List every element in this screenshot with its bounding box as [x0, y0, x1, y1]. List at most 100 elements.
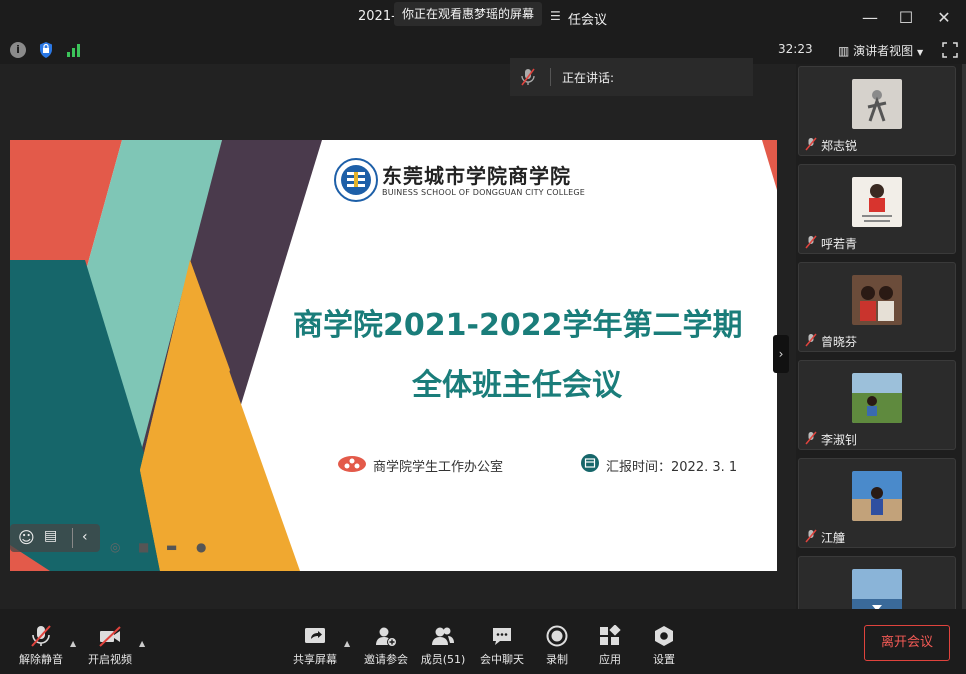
emoji-icon[interactable]: ☺	[18, 528, 35, 547]
window-title-right: 任会议	[568, 13, 608, 28]
meeting-timer: 32:23	[778, 42, 813, 56]
participant-avatar	[852, 373, 902, 423]
signal-icon[interactable]	[66, 42, 82, 58]
participant-card[interactable]: 郑志锐	[798, 66, 956, 156]
chat-icon	[493, 628, 511, 645]
mic-muted-icon	[521, 68, 535, 86]
ghost-icon: ●	[196, 540, 207, 554]
unmute-label: 解除静音	[19, 653, 63, 666]
ghost-icon: ◎	[110, 540, 121, 554]
shield-icon[interactable]	[38, 41, 54, 59]
close-button[interactable]: ✕	[930, 6, 958, 30]
participant-name: 曾晓芬	[821, 335, 858, 349]
invite-icon	[376, 627, 397, 647]
share-icon	[305, 628, 325, 643]
report-time: 汇报时间：2022. 3. 1	[606, 460, 738, 475]
video-off-icon	[99, 626, 121, 647]
mic-muted-icon	[805, 431, 817, 445]
chat-label: 会中聊天	[480, 653, 524, 666]
status-bar: i 32:23 ▥ 演讲者视图 ▼	[0, 36, 966, 64]
chevron-down-icon: ▼	[917, 48, 924, 57]
apps-label: 应用	[599, 653, 621, 666]
invite-label: 邀请参会	[364, 653, 408, 666]
collapse-panel-button[interactable]: ›	[773, 335, 789, 373]
participant-avatar	[852, 79, 902, 129]
participant-card[interactable]: 呼若青	[798, 164, 956, 254]
calendar-icon	[581, 454, 599, 472]
participant-scrollbar[interactable]	[962, 64, 966, 609]
office-name: 商学院学生工作办公室	[373, 460, 504, 475]
minimize-button[interactable]: —	[856, 6, 884, 30]
school-name-en: BUINESS SCHOOL OF DONGGUAN CITY COLLEGE	[382, 188, 586, 197]
share-options-caret[interactable]: ▲	[344, 639, 350, 648]
divider	[550, 68, 551, 86]
audio-options-caret[interactable]: ▲	[70, 639, 76, 648]
office-icon	[338, 456, 366, 472]
participant-card[interactable]: 江艟	[798, 458, 956, 548]
leave-meeting-button[interactable]: 离开会议	[864, 625, 950, 661]
participant-name: 江艟	[821, 531, 846, 545]
title-bar: 2021- 你正在观看惠梦瑶的屏幕 ☰ 任会议 — ☐ ✕	[0, 0, 966, 36]
comment-icon[interactable]: ▤	[44, 528, 57, 544]
speaking-label: 正在讲话:	[562, 71, 615, 85]
unmute-button[interactable]: 解除静音	[18, 625, 64, 667]
participant-card[interactable]	[798, 556, 956, 609]
participant-avatar	[852, 569, 902, 609]
share-screen-label: 共享屏幕	[293, 653, 337, 666]
mic-muted-icon	[805, 333, 817, 347]
screen-share-tip: 你正在观看惠梦瑶的屏幕	[394, 2, 543, 26]
shared-slide: 东莞城市学院商学院 BUINESS SCHOOL OF DONGGUAN CIT…	[10, 140, 777, 571]
window-title-left: 2021-	[358, 9, 396, 24]
bottom-toolbar: 解除静音 ▲ 开启视频 ▲ 共享屏幕 ▲ 邀请参会 成员(51) 会中聊天 录制…	[0, 609, 966, 674]
video-options-caret[interactable]: ▲	[139, 639, 145, 648]
participant-name: 呼若青	[821, 237, 858, 251]
participant-card[interactable]: 李淑钊	[798, 360, 956, 450]
school-name-cn: 东莞城市学院商学院	[382, 164, 571, 188]
participant-name: 李淑钊	[821, 433, 858, 447]
school-logo	[334, 158, 378, 202]
share-screen-button[interactable]: 共享屏幕	[292, 625, 338, 667]
speaking-indicator: 正在讲话:	[510, 58, 753, 96]
fullscreen-icon[interactable]	[942, 42, 958, 58]
participant-avatar	[852, 275, 902, 325]
list-icon[interactable]: ☰	[550, 9, 561, 23]
mic-muted-icon	[31, 625, 51, 647]
settings-button[interactable]: 设置	[648, 625, 680, 667]
settings-icon	[655, 626, 673, 646]
ghost-icon: ▬	[166, 540, 178, 554]
divider	[72, 528, 73, 548]
participant-name: 郑志锐	[821, 139, 858, 153]
view-mode-icon: ▥	[838, 44, 850, 58]
members-label: 成员(51)	[420, 653, 466, 666]
record-label: 录制	[546, 653, 568, 666]
record-icon	[546, 625, 568, 647]
slide-title-line2: 全体班主任会议	[412, 368, 622, 403]
view-mode-dropdown[interactable]: ▥ 演讲者视图 ▼	[838, 42, 923, 59]
annotation-toolbar: ☺ ▤ ‹	[10, 524, 100, 552]
invite-button[interactable]: 邀请参会	[362, 625, 410, 667]
mic-muted-icon	[805, 235, 817, 249]
settings-label: 设置	[653, 653, 675, 666]
slide-title-line1: 商学院2021-2022学年第二学期	[293, 308, 743, 343]
apps-icon	[600, 625, 621, 645]
view-mode-label: 演讲者视图	[853, 44, 914, 58]
participant-card[interactable]: 曾晓芬	[798, 262, 956, 352]
meeting-window: 2021- 你正在观看惠梦瑶的屏幕 ☰ 任会议 — ☐ ✕ i 32:23 ▥ …	[0, 0, 966, 674]
chat-button[interactable]: 会中聊天	[478, 625, 526, 667]
ghost-icon: ■	[138, 540, 150, 554]
mic-muted-icon	[805, 137, 817, 151]
slide-background-shapes	[10, 140, 777, 571]
start-video-button[interactable]: 开启视频	[86, 625, 134, 667]
members-icon	[432, 627, 454, 645]
start-video-label: 开启视频	[88, 653, 132, 666]
members-button[interactable]: 成员(51)	[420, 625, 466, 667]
participant-panel: 郑志锐 呼若青 曾晓芬 李淑钊 江艟	[796, 64, 966, 609]
participant-avatar	[852, 471, 902, 521]
record-button[interactable]: 录制	[540, 625, 574, 667]
collapse-left-icon[interactable]: ‹	[82, 529, 88, 545]
apps-button[interactable]: 应用	[594, 625, 626, 667]
maximize-button[interactable]: ☐	[892, 6, 920, 30]
mic-muted-icon	[805, 529, 817, 543]
info-icon[interactable]: i	[10, 42, 26, 58]
participant-avatar	[852, 177, 902, 227]
